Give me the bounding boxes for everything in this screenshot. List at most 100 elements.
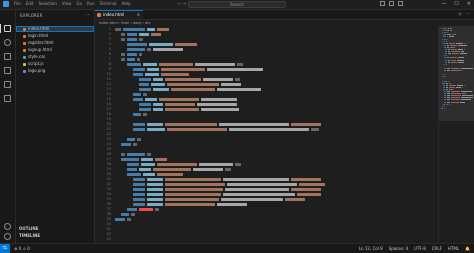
code-token (139, 53, 142, 56)
account-icon[interactable] (4, 223, 11, 230)
minimap-token (447, 101, 450, 103)
menu-help[interactable]: Help (122, 1, 131, 7)
active-indicator (0, 24, 1, 33)
cursor-position[interactable]: Ln 12, Col 9 (359, 244, 383, 253)
code-token (157, 173, 183, 176)
timeline-section[interactable]: TIMELINE (19, 233, 40, 238)
code-line[interactable] (115, 237, 433, 242)
code-token (133, 98, 143, 101)
file-label: style.css (28, 54, 46, 59)
code-token (225, 188, 289, 191)
minimize-button[interactable]: — (441, 1, 446, 7)
menu-go[interactable]: Go (76, 1, 82, 7)
code-editor[interactable]: 1 2 3 4 5 6 7 8 9 10 11 12 13 14 15 16 17 18 19 20 21 22 23 24 2… (95, 26, 435, 243)
minimap-token (449, 103, 450, 105)
code-token (147, 188, 163, 191)
minimap-token (444, 38, 446, 40)
minimap[interactable] (438, 26, 474, 243)
toggle-secondary-sidebar-icon[interactable] (398, 1, 403, 6)
code-token (127, 43, 147, 46)
more-icon[interactable]: ⋯ (466, 11, 470, 16)
minimap-token (462, 86, 463, 88)
command-center-search[interactable]: Search (188, 1, 286, 8)
files-icon[interactable] (4, 25, 11, 32)
menu-terminal[interactable]: Terminal (100, 1, 117, 7)
minimap-token (449, 42, 455, 44)
toggle-sidebar-icon[interactable] (380, 1, 385, 6)
menu-file[interactable]: File (14, 1, 21, 7)
close-tab-icon[interactable]: × (137, 11, 140, 18)
code-token (193, 168, 223, 171)
code-token (165, 188, 223, 191)
minimap-token (452, 53, 459, 55)
indentation-status[interactable]: Spaces: 4 (389, 244, 408, 253)
code-token (141, 158, 153, 161)
code-token (217, 203, 247, 206)
file-tree-item[interactable]: login.html (16, 33, 94, 39)
code-token (133, 68, 145, 71)
window-controls: — ☐ ✕ (441, 1, 471, 7)
minimap-token (446, 86, 448, 88)
minimap-token (451, 51, 460, 53)
file-tree-item[interactable]: logo.png (16, 68, 94, 74)
close-window-button[interactable]: ✕ (467, 1, 471, 7)
remote-indicator-icon[interactable]: ⇆ (0, 244, 10, 253)
code-token (133, 143, 137, 146)
eol-status[interactable]: CRLF (432, 244, 442, 253)
file-tree-item[interactable]: signup.html (16, 47, 94, 53)
remote-explorer-icon[interactable] (4, 95, 11, 102)
file-tree-item[interactable]: index.html (16, 26, 94, 32)
search-icon[interactable] (4, 39, 11, 46)
code-token (153, 88, 169, 91)
file-tree-item[interactable]: register.html (16, 40, 94, 46)
outline-section[interactable]: OUTLINE (19, 226, 39, 231)
code-token (165, 203, 215, 206)
minimap-token (450, 46, 455, 48)
code-token (133, 178, 145, 181)
html-file-icon (97, 13, 101, 17)
source-control-icon[interactable] (4, 53, 11, 60)
code-token (219, 123, 289, 126)
code-token (291, 123, 321, 126)
code-token (121, 33, 125, 36)
problems-status[interactable]: ⊗ 0 ⚠ 0 (14, 244, 30, 253)
minimap-token (449, 36, 454, 38)
minimap-token (447, 97, 450, 99)
minimap-token (450, 57, 457, 59)
language-mode[interactable]: HTML (448, 244, 459, 253)
minimap-token (446, 103, 448, 105)
code-token (139, 108, 151, 111)
nav-arrows-icon[interactable]: ← → (178, 1, 186, 7)
menu-run[interactable]: Run (87, 1, 95, 7)
extensions-icon[interactable] (4, 81, 11, 88)
file-tree-item[interactable]: script.js (16, 61, 94, 67)
tab-index-html[interactable]: index.html × (95, 10, 143, 19)
run-debug-icon[interactable] (4, 67, 11, 74)
line-number-gutter: 1 2 3 4 5 6 7 8 9 10 11 12 13 14 15 16 17 18 19 20 21 22 23 24 2… (95, 26, 113, 243)
menu-edit[interactable]: Edit (26, 1, 34, 7)
manage-gear-icon[interactable] (4, 233, 11, 240)
code-token (139, 103, 151, 106)
toggle-panel-icon[interactable] (389, 1, 394, 6)
code-token (115, 218, 125, 221)
notifications-icon[interactable]: 🔔 (465, 244, 470, 253)
code-token (199, 163, 233, 166)
minimap-token (446, 84, 448, 86)
minimap-token (445, 59, 447, 61)
code-token (285, 198, 305, 201)
maximize-button[interactable]: ☐ (454, 1, 458, 7)
code-token (225, 168, 231, 171)
file-tree-item[interactable]: style.css (16, 54, 94, 60)
code-token (311, 128, 319, 131)
minimap-token (451, 67, 460, 69)
code-token (121, 158, 139, 161)
menu-selection[interactable]: Selection (38, 1, 56, 7)
minimap-token (444, 99, 446, 101)
minimap-token (445, 74, 446, 76)
more-actions-icon[interactable]: ··· (86, 12, 90, 17)
run-icon[interactable]: ▷ (459, 11, 462, 16)
encoding-status[interactable]: UTF-8 (414, 244, 426, 253)
file-label: register.html (28, 40, 54, 45)
code-token (207, 68, 263, 71)
menu-view[interactable]: View (62, 1, 72, 7)
